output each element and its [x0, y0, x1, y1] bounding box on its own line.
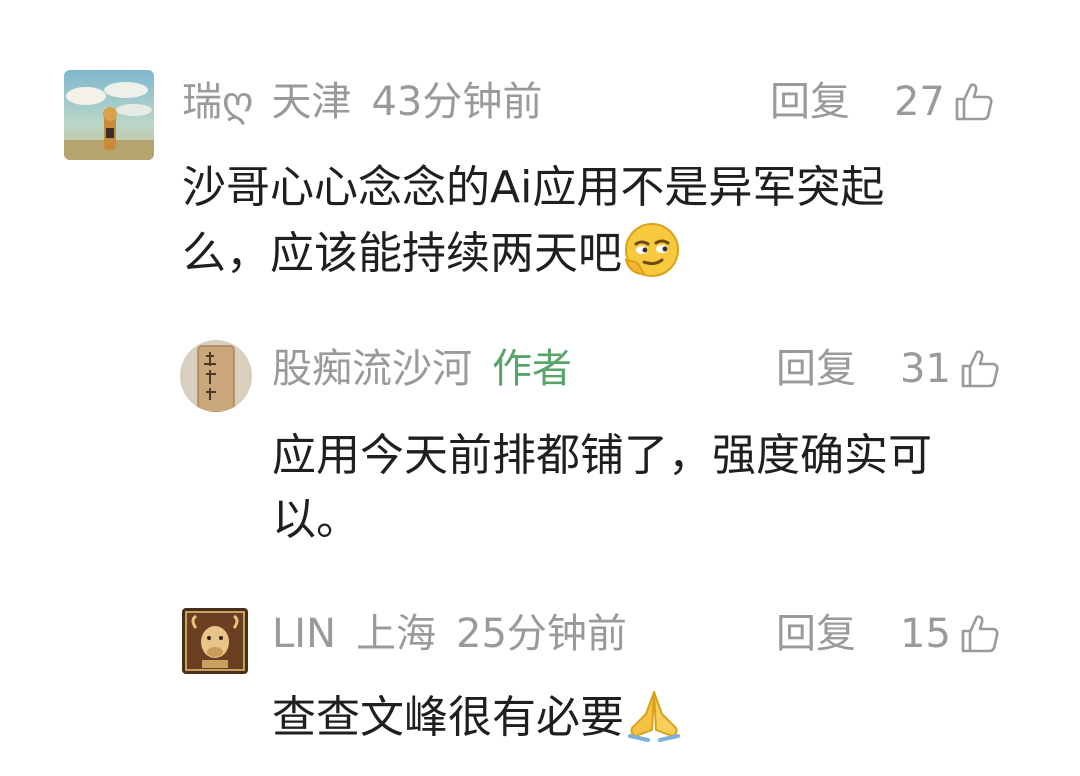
timestamp: 25分钟前: [456, 611, 627, 657]
like-button[interactable]: 15: [900, 610, 1001, 658]
reply-text: 查查文峰很有必要: [272, 684, 1042, 750]
reply-button[interactable]: 回复: [776, 610, 856, 658]
avatar[interactable]: [182, 608, 248, 674]
reply-item: LIN 上海 25分钟前 回复 15 查查文峰很有必要: [0, 0, 1080, 776]
reply-actions: 回复 15: [776, 610, 1001, 658]
thumbs-up-outline-icon: [957, 612, 1001, 656]
like-count: 15: [900, 611, 951, 657]
username[interactable]: LIN: [272, 610, 336, 658]
praying-hands-emoji-icon: [624, 684, 684, 744]
avatar-image: [182, 608, 248, 674]
reply-meta: LIN 上海 25分钟前: [272, 610, 627, 658]
reply-text-line: 查查文峰很有必要: [272, 692, 624, 743]
location: 上海: [356, 611, 437, 657]
comment-thread: 瑞ღ 天津 43分钟前 回复 27 沙哥心心念念的Ai应用不是异军突起 么，应该…: [0, 0, 1080, 776]
